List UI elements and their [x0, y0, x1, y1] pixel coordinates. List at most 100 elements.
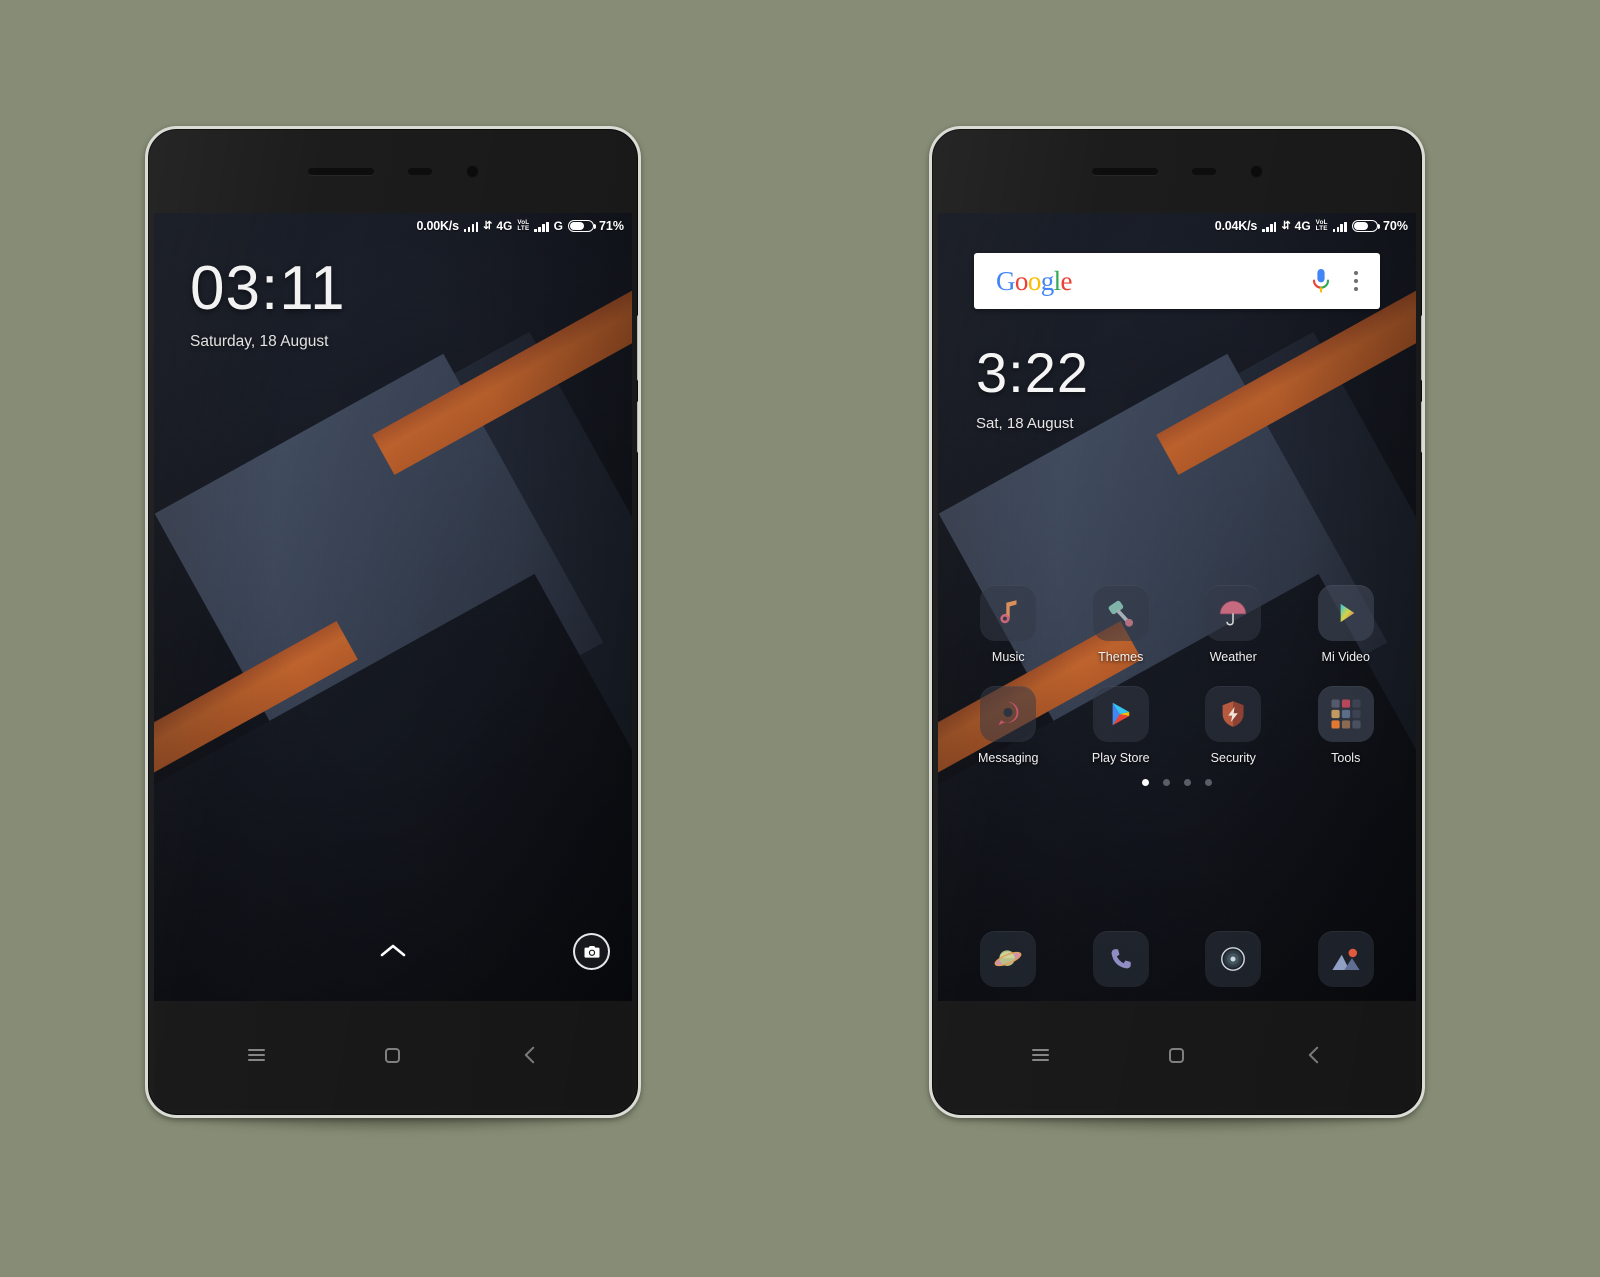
camera-icon: [584, 945, 599, 958]
more-vertical-icon[interactable]: [1354, 271, 1358, 291]
app-messaging[interactable]: Messaging: [952, 686, 1065, 765]
network-type-label: 4G: [496, 219, 513, 233]
google-logo-letter-g: G: [996, 265, 1016, 296]
app-label: Themes: [1098, 650, 1144, 664]
chevron-left-icon: [1308, 1046, 1318, 1064]
data-transfer-icon: ⇵: [1281, 219, 1290, 232]
network-speed-label: 0.04K/s: [1214, 219, 1258, 233]
nav-menu-button[interactable]: [1027, 1042, 1053, 1068]
phone-handset-icon: [1092, 931, 1149, 987]
page-dot[interactable]: [1163, 779, 1170, 786]
app-label: Tools: [1331, 751, 1361, 765]
app-security[interactable]: Security: [1177, 686, 1290, 765]
data-transfer-icon: ⇵: [483, 219, 492, 232]
homescreen-content: Google 3:22 Sat, 18 August Music Themes …: [938, 213, 1416, 1001]
app-weather[interactable]: Weather: [1177, 585, 1290, 664]
network-type-label: 4G: [1294, 219, 1311, 233]
volume-button[interactable]: [1421, 315, 1422, 381]
nav-back-button[interactable]: [517, 1042, 543, 1068]
nav-back-button[interactable]: [1301, 1042, 1327, 1068]
app-label: Weather: [1209, 650, 1257, 664]
page-indicator: [938, 779, 1416, 786]
lockscreen-time: 03:11: [190, 254, 346, 323]
volte-icon: VoL LTE: [1316, 219, 1328, 233]
proximity-sensor-icon: [1191, 167, 1216, 175]
lockscreen-screen[interactable]: 0.00K/s ⇵ 4G VoL LTE G 71% 03:11 Saturda…: [154, 213, 632, 1001]
speech-bubble-icon: [980, 686, 1037, 742]
proximity-sensor-icon: [407, 167, 432, 175]
phone-left: 0.00K/s ⇵ 4G VoL LTE G 71% 03:11 Saturda…: [145, 126, 641, 1132]
navigation-bar: [154, 1001, 632, 1109]
camera-shortcut-button[interactable]: [573, 933, 610, 970]
second-network-type-label: G: [553, 219, 563, 233]
app-mi-video[interactable]: Mi Video: [1290, 585, 1403, 664]
google-logo-letter-o2: o: [1027, 265, 1042, 296]
phone-frame: 0.04K/s ⇵ 4G VoL LTE 70% Google 3:22 Sat…: [929, 126, 1425, 1118]
music-note-icon: [980, 585, 1037, 641]
homescreen-clock-widget[interactable]: 3:22 Sat, 18 August: [976, 341, 1089, 433]
app-label: Security: [1210, 751, 1256, 765]
dock-camera[interactable]: [1177, 931, 1290, 987]
signal-strength-icon: [463, 221, 479, 232]
paint-roller-icon: [1092, 585, 1149, 641]
app-themes[interactable]: Themes: [1065, 585, 1178, 664]
app-music[interactable]: Music: [952, 585, 1065, 664]
lockscreen-date: Saturday, 18 August: [190, 333, 329, 350]
dock: [952, 931, 1402, 987]
battery-icon: [1351, 220, 1381, 232]
phone-top-bezel: [932, 129, 1422, 213]
google-search-bar[interactable]: Google: [974, 253, 1380, 309]
earpiece-speaker-icon: [1091, 167, 1158, 175]
folder-grid-icon: [1317, 686, 1374, 742]
camera-lens-icon: [1205, 931, 1262, 987]
google-logo-letter-o1: o: [1014, 265, 1029, 296]
nav-home-button[interactable]: [380, 1042, 406, 1068]
app-grid: Music Themes Weather Mi Video Messaging …: [952, 585, 1402, 765]
volte-bottom-label: LTE: [517, 225, 530, 232]
microphone-icon[interactable]: [1310, 268, 1332, 294]
page-dot[interactable]: [1205, 779, 1212, 786]
battery-percent-label: 70%: [1382, 219, 1408, 233]
dock-browser[interactable]: [952, 931, 1065, 987]
app-label: Mi Video: [1321, 650, 1370, 664]
volume-button[interactable]: [637, 315, 638, 381]
network-speed-label: 0.00K/s: [416, 219, 459, 233]
planet-icon: [980, 931, 1037, 987]
umbrella-icon: [1205, 585, 1262, 641]
play-triangle-icon: [1317, 585, 1374, 641]
nav-home-button[interactable]: [1164, 1042, 1190, 1068]
phone-right: 0.04K/s ⇵ 4G VoL LTE 70% Google 3:22 Sat…: [929, 126, 1425, 1132]
app-label: Play Store: [1091, 751, 1150, 765]
page-dot[interactable]: [1184, 779, 1191, 786]
homescreen-screen[interactable]: 0.04K/s ⇵ 4G VoL LTE 70% Google 3:22 Sat…: [938, 213, 1416, 1001]
nav-menu-button[interactable]: [243, 1042, 269, 1068]
google-logo-letter-e: e: [1060, 265, 1073, 296]
signal-strength-icon-2: [534, 221, 549, 232]
dock-phone[interactable]: [1065, 931, 1178, 987]
dock-gallery[interactable]: [1290, 931, 1403, 987]
earpiece-speaker-icon: [307, 167, 374, 175]
chevron-up-icon[interactable]: [379, 943, 407, 958]
navigation-bar: [938, 1001, 1416, 1109]
page-dot[interactable]: [1142, 779, 1149, 786]
app-label: Music: [991, 650, 1025, 664]
app-label: Messaging: [978, 751, 1039, 765]
signal-strength-icon-2: [1332, 221, 1347, 232]
homescreen-time: 3:22: [976, 341, 1089, 404]
front-camera-icon: [465, 164, 479, 178]
phone-top-bezel: [148, 129, 638, 213]
app-play-store[interactable]: Play Store: [1065, 686, 1178, 765]
app-tools[interactable]: Tools: [1290, 686, 1403, 765]
front-camera-icon: [1249, 164, 1263, 178]
google-play-icon: [1092, 686, 1149, 742]
status-bar: 0.00K/s ⇵ 4G VoL LTE G 71%: [154, 213, 632, 239]
homescreen-date: Sat, 18 August: [976, 415, 1074, 432]
power-button[interactable]: [1421, 401, 1422, 453]
chevron-left-icon: [524, 1046, 534, 1064]
google-logo: Google: [996, 265, 1073, 297]
power-button[interactable]: [637, 401, 638, 453]
photo-mountain-icon: [1317, 931, 1374, 987]
signal-strength-icon: [1262, 221, 1277, 232]
lockscreen-clock: 03:11 Saturday, 18 August: [190, 258, 346, 351]
lockscreen-bottom-bar: [154, 929, 632, 985]
